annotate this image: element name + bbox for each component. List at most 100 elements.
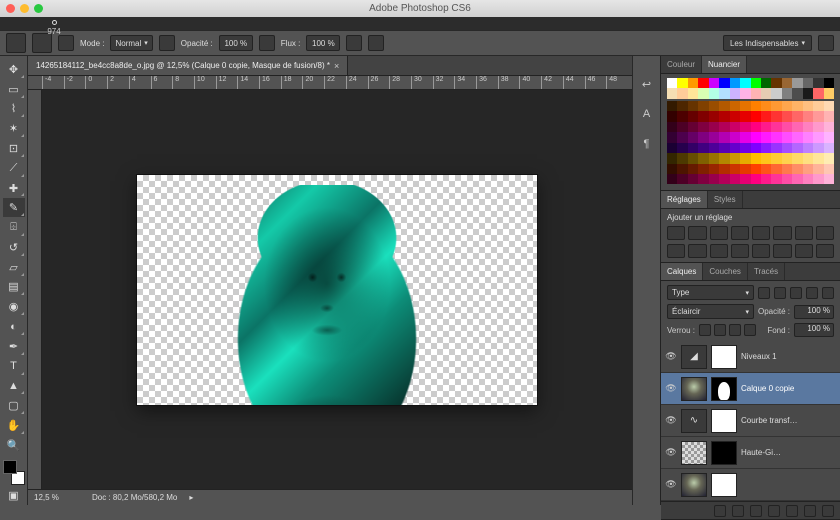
gradient-tool-icon[interactable]: ▤ (3, 278, 25, 297)
swatch[interactable] (782, 101, 792, 111)
swatch[interactable] (813, 143, 823, 153)
visibility-toggle-icon[interactable]: 👁 (665, 383, 677, 395)
swatch[interactable] (751, 132, 761, 142)
swatch[interactable] (751, 122, 761, 132)
layer-mask-thumb[interactable] (711, 409, 737, 433)
swatch[interactable] (740, 122, 750, 132)
layer-thumb-image[interactable] (681, 377, 707, 401)
swatch[interactable] (761, 78, 771, 88)
tab-adjustments[interactable]: Réglages (661, 191, 708, 208)
swatch[interactable] (782, 164, 792, 174)
swatch[interactable] (792, 174, 802, 184)
tab-layers[interactable]: Calques (661, 263, 703, 280)
swatch[interactable] (803, 174, 813, 184)
history-panel-icon[interactable]: ↩ (639, 76, 655, 92)
filter-pixel-icon[interactable] (758, 287, 770, 299)
swatch[interactable] (719, 111, 729, 121)
swatch[interactable] (782, 174, 792, 184)
swatch[interactable] (751, 143, 761, 153)
swatch[interactable] (782, 153, 792, 163)
swatch[interactable] (740, 174, 750, 184)
current-tool-preset[interactable] (6, 33, 26, 53)
zoom-tool-icon[interactable]: 🔍 (3, 436, 25, 455)
doc-size-info[interactable]: Doc : 80,2 Mo/580,2 Mo (92, 493, 177, 502)
layer-opacity-input[interactable]: 100 % (794, 305, 834, 319)
lock-transparency-icon[interactable] (699, 324, 711, 336)
swatch[interactable] (740, 132, 750, 142)
layer-mask-thumb[interactable] (711, 441, 737, 465)
canvas-viewport[interactable] (42, 90, 632, 489)
swatch[interactable] (719, 78, 729, 88)
layer-fx-icon[interactable] (732, 505, 744, 517)
visibility-toggle-icon[interactable]: 👁 (665, 351, 677, 363)
swatch[interactable] (667, 132, 677, 142)
adj-exposure-icon[interactable] (731, 226, 749, 240)
swatch[interactable] (771, 132, 781, 142)
swatch[interactable] (709, 111, 719, 121)
swatch[interactable] (740, 101, 750, 111)
swatch[interactable] (740, 111, 750, 121)
swatch[interactable] (688, 153, 698, 163)
swatch[interactable] (677, 174, 687, 184)
layer-filter-select[interactable]: Type (667, 285, 754, 300)
swatch[interactable] (709, 101, 719, 111)
color-swatch-fgbg[interactable] (3, 460, 25, 486)
swatch[interactable] (688, 132, 698, 142)
swatch[interactable] (782, 88, 792, 98)
swatch[interactable] (792, 111, 802, 121)
healing-brush-tool-icon[interactable]: ✚ (3, 179, 25, 198)
adj-curves-icon[interactable] (710, 226, 728, 240)
layer-row[interactable]: 👁 ∿ Courbe transf… (661, 405, 840, 437)
swatch[interactable] (761, 122, 771, 132)
swatch[interactable] (719, 88, 729, 98)
clone-stamp-tool-icon[interactable]: ⌹ (3, 218, 25, 237)
adj-photofilter-icon[interactable] (667, 244, 685, 258)
swatch[interactable] (730, 111, 740, 121)
swatch[interactable] (813, 153, 823, 163)
swatch[interactable] (667, 88, 677, 98)
swatch[interactable] (803, 122, 813, 132)
swatch[interactable] (667, 111, 677, 121)
swatch[interactable] (709, 88, 719, 98)
adj-channelmixer-icon[interactable] (688, 244, 706, 258)
swatch[interactable] (688, 101, 698, 111)
swatch[interactable] (761, 101, 771, 111)
swatch[interactable] (771, 101, 781, 111)
adj-gradientmap-icon[interactable] (816, 244, 834, 258)
swatch[interactable] (730, 164, 740, 174)
swatch[interactable] (688, 174, 698, 184)
swatch[interactable] (709, 164, 719, 174)
swatch[interactable] (667, 143, 677, 153)
adj-colorlookup-icon[interactable] (710, 244, 728, 258)
filter-shape-icon[interactable] (806, 287, 818, 299)
swatch[interactable] (667, 164, 677, 174)
swatch[interactable] (792, 122, 802, 132)
adj-colorbalance-icon[interactable] (795, 226, 813, 240)
swatch[interactable] (751, 101, 761, 111)
swatch[interactable] (751, 174, 761, 184)
swatch[interactable] (813, 88, 823, 98)
swatch[interactable] (730, 101, 740, 111)
airbrush-icon[interactable] (346, 35, 362, 51)
swatch[interactable] (771, 164, 781, 174)
swatch[interactable] (730, 132, 740, 142)
lock-position-icon[interactable] (729, 324, 741, 336)
brush-preset-picker[interactable]: 974 (32, 33, 52, 53)
swatch[interactable] (792, 88, 802, 98)
layer-mask-thumb[interactable] (711, 345, 737, 369)
layer-thumb-image[interactable] (681, 473, 707, 497)
swatch[interactable] (803, 153, 813, 163)
swatch[interactable] (677, 88, 687, 98)
swatch[interactable] (782, 122, 792, 132)
swatch[interactable] (771, 174, 781, 184)
swatch[interactable] (751, 78, 761, 88)
layer-row[interactable]: 👁 Calque 0 copie (661, 373, 840, 405)
swatch[interactable] (824, 111, 834, 121)
adj-vibrance-icon[interactable] (752, 226, 770, 240)
layer-mask-thumb[interactable] (711, 377, 737, 401)
swatch[interactable] (719, 143, 729, 153)
swatch[interactable] (698, 111, 708, 121)
lasso-tool-icon[interactable]: ⌇ (3, 100, 25, 119)
swatch[interactable] (698, 88, 708, 98)
swatch[interactable] (709, 78, 719, 88)
